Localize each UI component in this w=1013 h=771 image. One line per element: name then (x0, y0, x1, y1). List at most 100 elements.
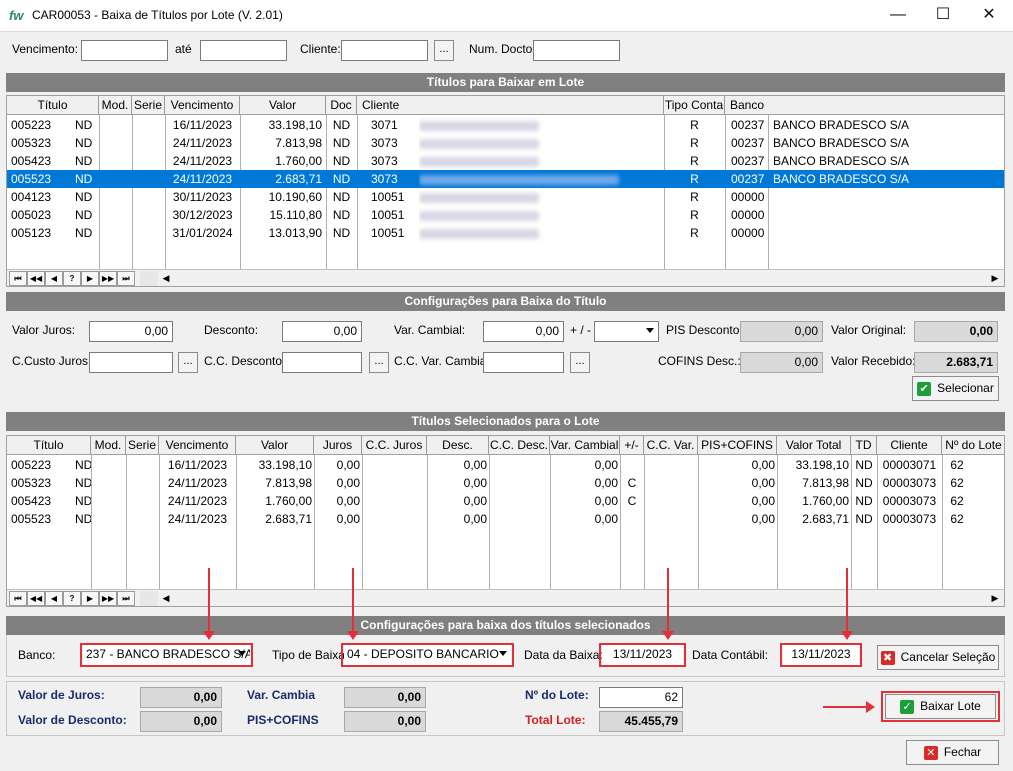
num-lote-field[interactable]: 62 (599, 687, 683, 708)
scroll-left-icon[interactable]: ◀ (158, 271, 174, 286)
col2-juros[interactable]: Juros (314, 436, 362, 455)
col-titulo[interactable]: Título (7, 96, 99, 115)
desconto-field[interactable]: 0,00 (282, 321, 362, 342)
cliente-lookup-button[interactable]: ... (434, 40, 454, 61)
minimize-button[interactable]: — (875, 0, 921, 32)
col2-desc[interactable]: Desc. (427, 436, 489, 455)
ccusto-juros-field[interactable] (89, 352, 173, 373)
col-doc[interactable]: Doc (326, 96, 357, 115)
table-row[interactable]: 005323 ND 24/11/2023 7.813,98 ND 3073 R 00237 BA… (7, 134, 1004, 152)
table-row[interactable]: 005523 ND 24/11/2023 2.683,71 ND 3073 R 00237 BA… (7, 170, 1004, 188)
col2-pis-cofins[interactable]: PIS+COFINS (698, 436, 777, 455)
col2-td[interactable]: TD (851, 436, 877, 455)
cell-tipo-conta: R (690, 136, 699, 150)
col2-cliente[interactable]: Cliente (877, 436, 942, 455)
cell-banco: 00237 (731, 118, 765, 132)
vencimento-to-field[interactable] (200, 40, 287, 61)
nav-prior-page-button[interactable]: ◀◀ (27, 271, 45, 286)
cell-valor: 33.198,10 (258, 458, 312, 472)
table-row[interactable]: 005423 ND 24/11/2023 1.760,00 0,00 0,00 0,00 C 0… (7, 492, 1004, 510)
col2-vencimento[interactable]: Vencimento (159, 436, 236, 455)
table-row[interactable]: 004123 ND 30/11/2023 10.190,60 ND 10051 R 00000 (7, 188, 1004, 206)
redacted-client-name (419, 206, 659, 224)
col2-valor[interactable]: Valor (236, 436, 314, 455)
cell-tipo-conta: R (690, 208, 699, 222)
table-row[interactable]: 005023 ND 30/12/2023 15.110,80 ND 10051 R 00000 (7, 206, 1004, 224)
nav2-next-page-button[interactable]: ▶▶ (99, 591, 117, 606)
scroll2-thumb[interactable] (140, 591, 158, 606)
col2-valor-total[interactable]: Valor Total (777, 436, 851, 455)
table-row[interactable]: 005523 ND 24/11/2023 2.683,71 0,00 0,00 0,00 0,… (7, 510, 1004, 528)
baixar-lote-button[interactable]: ✓ Baixar Lote (885, 694, 996, 719)
close-button[interactable]: ✕ (966, 0, 1012, 32)
data-baixa-field[interactable]: 13/11/2023 (602, 645, 683, 665)
cancelar-selecao-button[interactable]: ✖ Cancelar Seleção (877, 645, 999, 670)
cell-desc: 0,00 (463, 512, 487, 526)
col2-cc-juros[interactable]: C.C. Juros (362, 436, 427, 455)
col2-serie[interactable]: Serie (126, 436, 159, 455)
fechar-button[interactable]: ✕ Fechar (906, 740, 999, 765)
col2-mod[interactable]: Mod. (91, 436, 126, 455)
nav-first-button[interactable]: ⏮ (9, 271, 27, 286)
col-banco[interactable]: Banco (725, 96, 1004, 115)
cell-tipo: ND (75, 512, 91, 526)
var-cambial-field[interactable]: 0,00 (483, 321, 564, 342)
cell-vencimento: 31/01/2024 (172, 226, 233, 240)
nav-help-button[interactable]: ? (63, 271, 81, 286)
total-lote-label: Total Lote: (525, 713, 586, 727)
cell-tipo-conta: R (690, 190, 699, 204)
col2-titulo[interactable]: Título (7, 436, 91, 455)
col-vencimento[interactable]: Vencimento (165, 96, 240, 115)
vencimento-from-field[interactable] (81, 40, 168, 61)
table-row[interactable]: 005123 ND 31/01/2024 13.013,90 ND 10051 R 00000 (7, 224, 1004, 242)
nav2-next-button[interactable]: ▶ (81, 591, 99, 606)
scroll2-right-icon[interactable]: ▶ (987, 591, 1003, 606)
selecionar-button[interactable]: ✔ Selecionar (912, 376, 999, 401)
col-mod[interactable]: Mod. (99, 96, 132, 115)
var-cambial-label: Var. Cambial: (394, 323, 466, 337)
chevron-down-icon (238, 651, 246, 656)
nav-next-button[interactable]: ▶ (81, 271, 99, 286)
scroll-thumb[interactable] (140, 271, 158, 286)
cell-cliente: 00003073 (882, 476, 937, 490)
tipo-baixa-select[interactable]: 04 - DEPOSITO BANCARIO (344, 645, 511, 665)
maximize-button[interactable]: ☐ (920, 0, 966, 32)
scroll2-left-icon[interactable]: ◀ (158, 591, 174, 606)
col2-sinal[interactable]: +/- (620, 436, 644, 455)
table-row[interactable]: 005423 ND 24/11/2023 1.760,00 ND 3073 R 00237 BA… (7, 152, 1004, 170)
valor-juros-field[interactable]: 0,00 (89, 321, 173, 342)
col-tipo-conta[interactable]: Tipo Conta (664, 96, 725, 115)
col-cliente[interactable]: Cliente (357, 96, 664, 115)
num-docto-field[interactable] (533, 40, 620, 61)
nav-prior-button[interactable]: ◀ (45, 271, 63, 286)
table-row[interactable]: 005323 ND 24/11/2023 7.813,98 0,00 0,00 0,00 C 0… (7, 474, 1004, 492)
ccusto-juros-lookup-button[interactable]: ... (178, 352, 198, 373)
table-row[interactable]: 005223 ND 16/11/2023 33.198,10 0,00 0,00 0,00 0… (7, 456, 1004, 474)
titulos-selecionados-header: Títulos Selecionados para o Lote (6, 412, 1005, 431)
col-valor[interactable]: Valor (240, 96, 326, 115)
cell-vencimento: 30/11/2023 (172, 190, 233, 204)
nav2-help-button[interactable]: ? (63, 591, 81, 606)
nav2-first-button[interactable]: ⏮ (9, 591, 27, 606)
col2-cc-var[interactable]: C.C. Var. (644, 436, 698, 455)
cc-var-cambial-lookup-button[interactable]: ... (570, 352, 590, 373)
cell-pis: 0,00 (751, 494, 775, 508)
col2-var-cambial[interactable]: Var. Cambial (550, 436, 620, 455)
sinal-select[interactable] (594, 321, 659, 342)
cc-var-cambial-field[interactable] (483, 352, 564, 373)
scroll-right-icon[interactable]: ▶ (987, 271, 1003, 286)
nav-last-button[interactable]: ⏭ (117, 271, 135, 286)
nav2-last-button[interactable]: ⏭ (117, 591, 135, 606)
col2-num-lote[interactable]: Nº do Lote (942, 436, 1004, 455)
col2-cc-desc[interactable]: C.C. Desc. (489, 436, 550, 455)
banco-select[interactable]: 237 - BANCO BRADESCO S/A (83, 645, 250, 665)
table-row[interactable]: 005223 ND 16/11/2023 33.198,10 ND 3071 R 00237 B… (7, 116, 1004, 134)
data-contabil-field[interactable]: 13/11/2023 (783, 645, 859, 665)
cc-desconto-field[interactable] (282, 352, 362, 373)
nav2-prior-button[interactable]: ◀ (45, 591, 63, 606)
nav2-prior-page-button[interactable]: ◀◀ (27, 591, 45, 606)
cc-desconto-lookup-button[interactable]: ... (369, 352, 389, 373)
col-serie[interactable]: Serie (132, 96, 165, 115)
cliente-field[interactable] (341, 40, 428, 61)
nav-next-page-button[interactable]: ▶▶ (99, 271, 117, 286)
